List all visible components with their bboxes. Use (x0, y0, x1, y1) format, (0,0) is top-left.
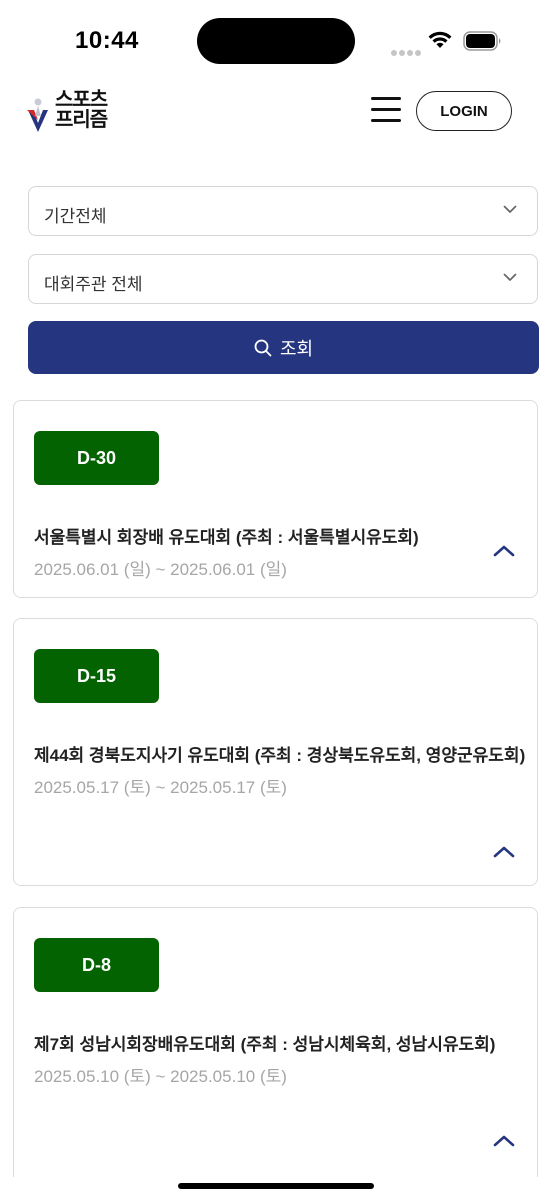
status-bar: 10:44 (0, 0, 552, 80)
chevron-up-icon[interactable] (492, 542, 516, 558)
sports-prism-logo[interactable]: 스포츠 프리즘 (25, 90, 135, 138)
battery-icon (463, 31, 501, 51)
event-title: 제44회 경북도지사기 유도대회 (주최 : 경상북도유도회, 영양군유도회) (34, 746, 526, 765)
wifi-icon (428, 31, 452, 48)
event-title: 서울특별시 회장배 유도대회 (주최 : 서울특별시유도회) (34, 528, 419, 547)
dday-badge: D-15 (34, 649, 159, 703)
chevron-down-icon (503, 273, 517, 281)
chevron-up-icon[interactable] (492, 1132, 516, 1148)
event-date: 2025.06.01 (일) ~ 2025.06.01 (일) (34, 560, 287, 579)
host-select-value: 대회주관 전체 (44, 275, 143, 294)
logo-mark-icon (27, 98, 48, 132)
login-button[interactable]: LOGIN (416, 91, 512, 131)
app-header: 스포츠 프리즘 LOGIN (0, 80, 552, 160)
period-select[interactable]: 기간전체 (28, 186, 538, 236)
event-card[interactable]: D-30 서울특별시 회장배 유도대회 (주최 : 서울특별시유도회) 2025… (13, 400, 538, 598)
event-date: 2025.05.17 (토) ~ 2025.05.17 (토) (34, 778, 287, 797)
event-title: 제7회 성남시회장배유도대회 (주최 : 성남시체육회, 성남시유도회) (34, 1035, 496, 1054)
search-button-label: 조회 (279, 338, 314, 359)
logo-text-line1: 스포츠 (55, 89, 108, 111)
logo-text-line2: 프리즘 (55, 109, 108, 131)
event-card[interactable]: D-15 제44회 경북도지사기 유도대회 (주최 : 경상북도유도회, 영양군… (13, 618, 538, 886)
cellular-signal-icon (391, 43, 423, 61)
chevron-up-icon[interactable] (492, 843, 516, 859)
dynamic-island (197, 18, 355, 64)
host-select[interactable]: 대회주관 전체 (28, 254, 538, 304)
search-button[interactable]: 조회 (28, 321, 539, 374)
dday-badge: D-8 (34, 938, 159, 992)
event-date: 2025.05.10 (토) ~ 2025.05.10 (토) (34, 1067, 287, 1086)
home-indicator[interactable] (178, 1183, 374, 1189)
search-icon (254, 339, 272, 356)
event-card[interactable]: D-8 제7회 성남시회장배유도대회 (주최 : 성남시체육회, 성남시유도회)… (13, 907, 538, 1177)
status-time: 10:44 (75, 27, 139, 54)
dday-badge: D-30 (34, 431, 159, 485)
hamburger-menu-icon[interactable] (371, 97, 401, 125)
chevron-down-icon (503, 205, 517, 213)
period-select-value: 기간전체 (44, 207, 107, 226)
